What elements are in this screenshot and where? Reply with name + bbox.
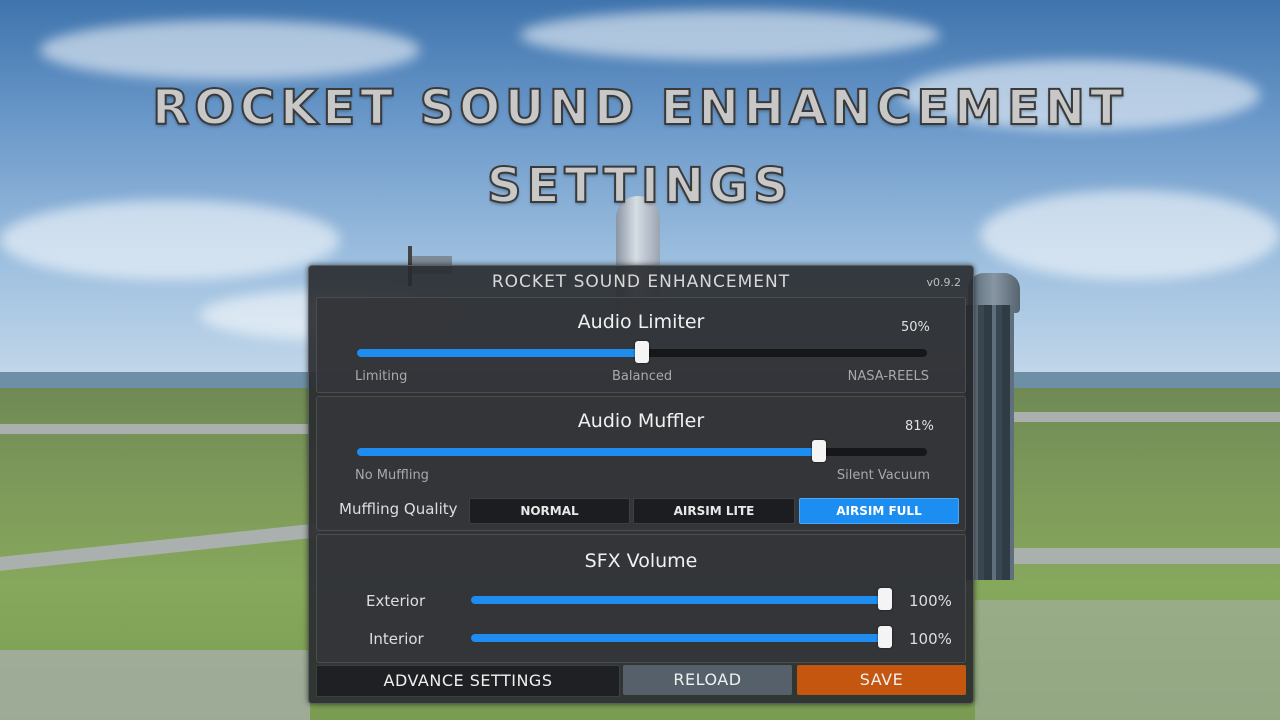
audio-muffler-section: Audio Muffler 81% No Muffling Silent Vac… (316, 396, 966, 531)
settings-window: ROCKET SOUND ENHANCEMENT v0.9.2 Audio Li… (308, 265, 974, 704)
audio-limiter-mid-label: Balanced (612, 369, 673, 384)
interior-label: Interior (369, 630, 424, 648)
launch-pad (975, 600, 1280, 720)
audio-muffler-fill (357, 448, 819, 456)
audio-limiter-slider[interactable] (357, 341, 927, 363)
overlay-title-line2: SETTINGS (486, 157, 793, 215)
interior-volume-fill (471, 634, 885, 642)
audio-muffler-slider[interactable] (357, 440, 927, 462)
audio-limiter-section: Audio Limiter 50% Limiting Balanced NASA… (316, 297, 966, 393)
runway-strip (0, 424, 310, 434)
overlay-title-line1: ROCKET SOUND ENHANCEMENT (151, 79, 1128, 137)
audio-muffler-min-label: No Muffling (355, 468, 429, 483)
save-button[interactable]: SAVE (797, 665, 966, 695)
audio-muffler-title: Audio Muffler (577, 410, 705, 432)
muffling-quality-label: Muffling Quality (339, 500, 458, 518)
runway-strip (1010, 412, 1280, 422)
launch-pad (0, 650, 310, 720)
audio-muffler-max-label: Silent Vacuum (836, 468, 930, 483)
exterior-volume-thumb[interactable] (878, 588, 892, 610)
audio-muffler-thumb[interactable] (811, 440, 826, 462)
audio-limiter-fill (357, 349, 642, 357)
exterior-percent: 100% (909, 592, 952, 610)
audio-muffler-percent: 81% (905, 419, 934, 434)
exterior-volume-fill (471, 596, 885, 604)
audio-limiter-thumb[interactable] (635, 341, 649, 363)
audio-limiter-min-label: Limiting (355, 369, 408, 384)
sfx-volume-title: SFX Volume (584, 550, 698, 572)
version-label: v0.9.2 (926, 276, 962, 289)
cloud (520, 10, 940, 60)
exterior-label: Exterior (366, 592, 426, 610)
interior-volume-thumb[interactable] (878, 626, 892, 648)
exterior-volume-slider[interactable] (471, 588, 892, 610)
sfx-volume-section: SFX Volume Exterior 100% Interior 100% (316, 534, 966, 663)
window-title-bar[interactable]: ROCKET SOUND ENHANCEMENT v0.9.2 (309, 266, 973, 296)
quality-airsim-full-button[interactable]: AIRSIM FULL (799, 498, 959, 524)
advance-settings-button[interactable]: ADVANCE SETTINGS (316, 665, 620, 697)
reload-button[interactable]: RELOAD (623, 665, 792, 695)
interior-percent: 100% (909, 630, 952, 648)
interior-volume-slider[interactable] (471, 626, 892, 648)
muffling-quality-selector: NORMAL AIRSIM LITE AIRSIM FULL (469, 498, 959, 524)
audio-limiter-title: Audio Limiter (577, 311, 705, 333)
quality-normal-button[interactable]: NORMAL (469, 498, 630, 524)
pad-road (975, 548, 1280, 564)
audio-limiter-percent: 50% (901, 320, 930, 335)
window-title: ROCKET SOUND ENHANCEMENT (491, 272, 791, 292)
cloud (40, 20, 420, 80)
quality-airsim-lite-button[interactable]: AIRSIM LITE (633, 498, 795, 524)
audio-limiter-max-label: NASA-REELS (847, 369, 929, 384)
